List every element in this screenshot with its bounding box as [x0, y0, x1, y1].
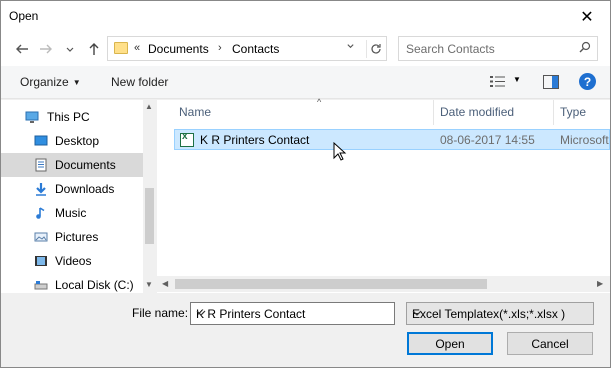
breadcrumb-separator[interactable]: › [218, 42, 222, 54]
chevron-down-icon [66, 47, 74, 52]
file-row[interactable]: K R Printers Contact 08-06-2017 14:55 Mi… [174, 129, 610, 150]
desktop-icon [34, 135, 48, 146]
column-header-name[interactable]: ^ Name [174, 97, 434, 125]
file-name-label: File name: [132, 306, 189, 320]
navigation-pane: This PC Desktop Documents Downloads Musi… [1, 100, 156, 293]
nav-item-label: Documents [55, 158, 116, 172]
navpane-scrollbar[interactable]: ▲ ▼ [143, 100, 156, 293]
disk-icon [34, 281, 48, 290]
file-list: ^ Name Date modified Type K R Printers C… [157, 97, 610, 293]
column-header-type[interactable]: Type [554, 100, 610, 125]
up-button[interactable] [85, 40, 103, 58]
organize-label: Organize [20, 75, 69, 89]
download-icon [36, 183, 46, 196]
scroll-right-icon[interactable]: ▶ [597, 279, 603, 288]
scroll-left-icon[interactable]: ◀ [162, 279, 168, 288]
address-bar[interactable]: « Documents › Contacts [107, 36, 387, 61]
nav-item-label: Music [55, 206, 87, 220]
cancel-button[interactable]: Cancel [507, 332, 593, 355]
search-input[interactable]: Search Contacts [406, 42, 495, 56]
column-header-date[interactable]: Date modified [434, 100, 554, 125]
breadcrumb-contacts[interactable]: Contacts [232, 42, 279, 56]
chevron-down-icon [412, 307, 587, 321]
back-button[interactable] [13, 40, 31, 58]
nav-item-local-disk[interactable]: Local Disk (C:) [1, 273, 143, 297]
nav-item-label: Videos [55, 254, 92, 268]
help-button[interactable]: ? [579, 73, 596, 90]
nav-item-label: Pictures [55, 230, 99, 244]
new-folder-button[interactable]: New folder [111, 75, 168, 89]
excel-file-icon [180, 131, 194, 147]
window-title: Open [9, 9, 39, 23]
pc-icon [25, 111, 39, 123]
arrow-right-icon [40, 44, 52, 54]
nav-item-documents[interactable]: Documents [1, 153, 143, 177]
nav-item-this-pc[interactable]: This PC [1, 105, 143, 129]
arrow-up-icon [89, 43, 99, 55]
filelist-horizontal-scrollbar[interactable]: ◀ ▶ [157, 276, 610, 292]
refresh-icon [370, 44, 381, 54]
address-overflow[interactable]: « [134, 42, 140, 54]
close-icon: ✕ [580, 8, 594, 26]
chevron-down-icon[interactable] [196, 307, 390, 321]
breadcrumb-documents[interactable]: Documents [148, 42, 209, 56]
nav-item-label: Desktop [55, 134, 100, 148]
nav-item-pictures[interactable]: Pictures [1, 225, 143, 249]
scrollbar-thumb[interactable] [175, 279, 487, 289]
navigation-bar: « Documents › Contacts Search Contacts [1, 32, 610, 66]
open-dialog: Open ✕ « Documents › Contacts Search Con… [0, 0, 611, 368]
close-button[interactable]: ✕ [564, 1, 610, 32]
view-options-button[interactable] [490, 75, 506, 88]
scroll-down-icon[interactable]: ▼ [145, 280, 153, 289]
preview-pane-button[interactable] [543, 75, 559, 89]
organize-button[interactable]: Organize ▼ [20, 75, 81, 89]
file-date: 08-06-2017 14:55 [440, 133, 535, 147]
mouse-cursor-icon [333, 142, 347, 161]
details-view-icon [490, 76, 505, 87]
nav-item-music[interactable]: Music [1, 201, 143, 225]
arrow-left-icon [16, 44, 28, 54]
sort-ascending-icon: ^ [317, 97, 322, 107]
command-bar: Organize ▼ New folder ▼ ? [1, 66, 610, 99]
nav-item-videos[interactable]: Videos [1, 249, 143, 273]
file-name-field[interactable]: K R Printers Contact [190, 302, 395, 325]
scroll-up-icon[interactable]: ▲ [145, 102, 153, 111]
caret-down-icon: ▼ [72, 78, 81, 87]
scrollbar-thumb[interactable] [145, 188, 154, 244]
file-type-filter[interactable]: Excel Templatex(*.xls;*.xlsx ) [406, 302, 594, 325]
view-dropdown-icon[interactable]: ▼ [513, 75, 521, 84]
file-name: K R Printers Contact [200, 133, 310, 147]
documents-icon [35, 158, 47, 172]
videos-icon [35, 256, 47, 266]
open-button[interactable]: Open [407, 332, 493, 355]
nav-item-label: Downloads [55, 182, 115, 196]
folder-icon [114, 42, 128, 54]
title-bar: Open ✕ [1, 1, 610, 32]
pictures-icon [34, 232, 48, 242]
nav-item-downloads[interactable]: Downloads [1, 177, 143, 201]
forward-button[interactable] [37, 40, 55, 58]
nav-item-label: This PC [47, 110, 90, 124]
music-icon [36, 207, 45, 219]
search-box[interactable]: Search Contacts [398, 36, 598, 61]
column-label: Name [179, 105, 212, 119]
file-type: Microsoft [560, 133, 609, 147]
refresh-button[interactable] [366, 40, 384, 58]
address-dropdown-icon[interactable] [346, 41, 355, 53]
recent-locations-button[interactable] [61, 40, 79, 58]
search-icon [579, 41, 591, 56]
nav-item-desktop[interactable]: Desktop [1, 129, 143, 153]
nav-item-label: Local Disk (C:) [55, 278, 134, 292]
